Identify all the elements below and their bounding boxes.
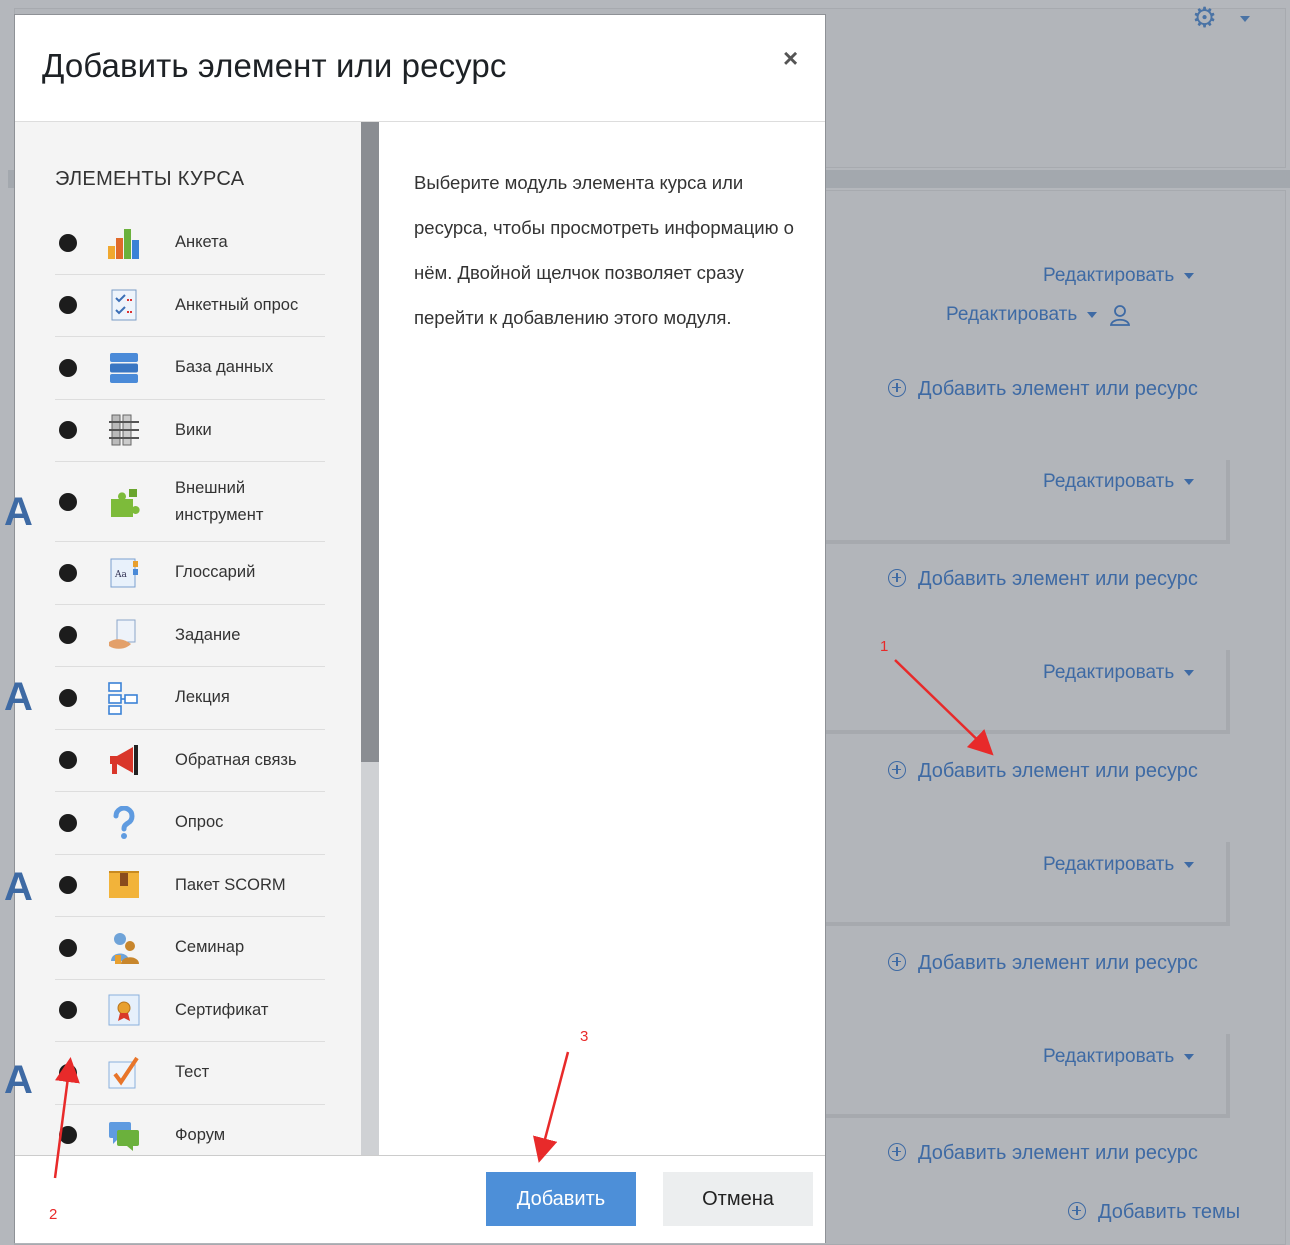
annotation-label-2: 2 — [49, 1206, 58, 1223]
annotation-label-3: 3 — [580, 1028, 589, 1045]
annotation-arrow-2 — [53, 1057, 80, 1179]
annotation-arrow-1 — [894, 659, 994, 756]
annotation-label-1: 1 — [880, 638, 889, 655]
annotation-arrow-3 — [533, 1051, 570, 1163]
annotation-arrows — [53, 659, 994, 1179]
